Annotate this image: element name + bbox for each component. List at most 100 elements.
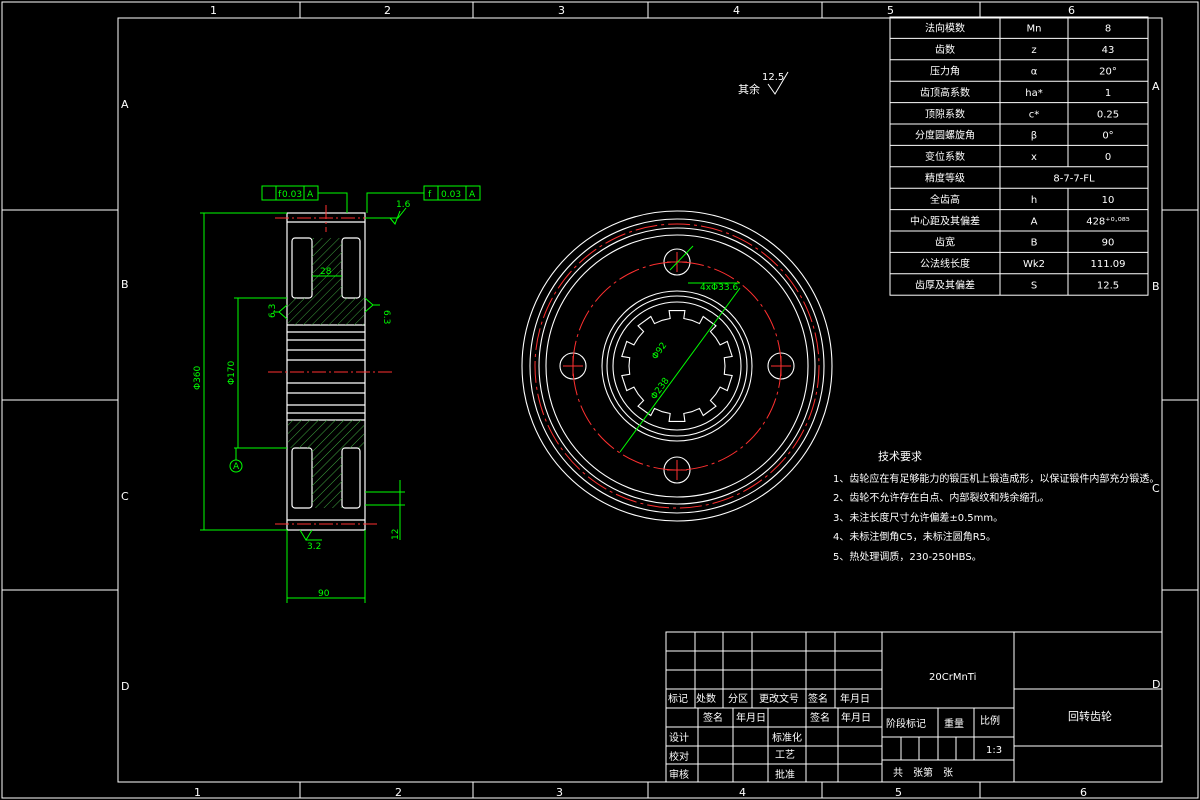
tech-req-item: 5、热处理调质，230-250HBS。 xyxy=(833,550,982,563)
param-symbol: c* xyxy=(1029,109,1040,120)
row2-date-2: 年月日 xyxy=(841,711,871,724)
param-symbol: Mn xyxy=(1027,24,1042,35)
scale-header: 比例 xyxy=(980,714,1000,727)
tech-req-title: 技术要求 xyxy=(878,450,922,463)
param-symbol: h xyxy=(1031,195,1037,206)
dim-inner-28: 28 xyxy=(320,267,332,277)
rough-top-value: 1.6 xyxy=(396,200,411,210)
zone-bottom-2: 2 xyxy=(395,786,402,799)
zone-markers xyxy=(2,2,1198,798)
front-view: 4xΦ33.6 Φ92 Φ238 xyxy=(521,210,833,522)
zone-left-C: C xyxy=(121,490,129,503)
tol-right-symbol: f xyxy=(428,190,432,200)
tech-req-item: 3、未注长度尺寸允许偏差±0.5mm。 xyxy=(833,511,1003,524)
row2-sign-2: 签名 xyxy=(810,711,830,724)
tech-req-item: 4、未标注倒角C5，未标注圆角R5。 xyxy=(833,530,996,543)
param-symbol: Wk2 xyxy=(1023,259,1045,270)
zone-right-A: A xyxy=(1152,80,1160,93)
label-process: 工艺 xyxy=(775,749,795,761)
zone-top-5: 5 xyxy=(887,4,894,17)
part-name: 回转齿轮 xyxy=(1068,709,1112,723)
zone-top-2: 2 xyxy=(384,4,391,17)
param-value: 0.25 xyxy=(1097,109,1119,120)
drawing-frame xyxy=(1,1,1199,799)
param-value: 111.09 xyxy=(1091,259,1126,270)
zone-top-6: 6 xyxy=(1068,4,1075,17)
label-approve: 批准 xyxy=(775,768,795,781)
param-name: 齿数 xyxy=(935,43,955,56)
param-name: 精度等级 xyxy=(925,172,965,185)
side-view: f 0.03 A f 0.03 A 1.6 28 3.2 90 A Φ360 Φ… xyxy=(193,185,481,603)
tol-right-value: 0.03 xyxy=(441,190,461,200)
param-name: 齿厚及其偏差 xyxy=(915,279,975,292)
rev-header-count: 处数 xyxy=(696,692,716,705)
rev-header-zone: 分区 xyxy=(728,693,748,705)
param-symbol: B xyxy=(1031,238,1038,249)
material-label: 20CrMnTi xyxy=(929,672,976,683)
zone-bottom-1: 1 xyxy=(194,786,201,799)
zone-top-3: 3 xyxy=(558,4,565,17)
zone-bottom-6: 6 xyxy=(1080,786,1087,799)
rough-right-value: 6.3 xyxy=(381,310,391,324)
internal-spline xyxy=(621,310,733,422)
zone-top-4: 4 xyxy=(733,4,740,17)
dim-small-12: 12 xyxy=(391,529,401,540)
zone-right-B: B xyxy=(1152,280,1160,293)
dim-hub-diameter: Φ170 xyxy=(227,360,237,385)
section-hatch-lower-hub xyxy=(288,420,364,448)
zone-left-D: D xyxy=(121,680,129,693)
tol-left-value: 0.03 xyxy=(282,190,302,200)
zone-bottom-3: 3 xyxy=(556,786,563,799)
section-hatch-lower-web xyxy=(312,448,342,508)
zone-left-A: A xyxy=(121,98,129,111)
roughness-note-label: 其余 xyxy=(738,82,760,96)
sheets-label: 共 张第 张 xyxy=(893,766,953,779)
param-name: 齿顶高系数 xyxy=(920,86,970,99)
param-value: 8-7-7-FL xyxy=(1053,174,1095,185)
param-symbol: z xyxy=(1031,45,1036,56)
spline-dia-label: Φ92 xyxy=(650,341,669,362)
tech-req-item: 1、齿轮应在有足够能力的锻压机上锻造成形，以保证锻件内部充分锻透。 xyxy=(833,472,1159,485)
rough-bottom-value: 3.2 xyxy=(307,542,321,552)
param-symbol: S xyxy=(1031,281,1037,292)
params-table: 法向模数 Mn 8 齿数 z 43 压力角 α 20° 齿顶高系数 ha* 1 顶隙系数 c* 0.25 分度… xyxy=(889,16,1149,296)
param-symbol: x xyxy=(1031,152,1037,163)
param-value: 8 xyxy=(1105,24,1111,35)
dim-width-90: 90 xyxy=(318,589,330,599)
param-value: 90 xyxy=(1102,238,1115,249)
param-name: 压力角 xyxy=(930,65,960,78)
param-value: 10 xyxy=(1102,195,1115,206)
holes-label: 4xΦ33.6 xyxy=(700,283,738,293)
param-symbol: A xyxy=(1031,216,1038,227)
param-name: 全齿高 xyxy=(930,193,960,206)
zone-bottom-5: 5 xyxy=(895,786,902,799)
rev-header-date: 年月日 xyxy=(840,692,870,705)
section-hatch-upper-hub xyxy=(288,298,364,325)
param-symbol: α xyxy=(1031,67,1038,78)
row2-date-1: 年月日 xyxy=(736,711,766,724)
bore-dia-label: Φ238 xyxy=(649,376,672,402)
tech-req-item: 2、齿轮不允许存在白点、内部裂纹和残余缩孔。 xyxy=(833,491,1049,504)
param-value: 428⁺⁰·⁰⁸⁵ xyxy=(1086,216,1130,227)
scale-value: 1:3 xyxy=(986,745,1002,756)
engineering-drawing: 1 2 3 4 5 6 1 2 3 4 5 6 A B C D A B C D … xyxy=(1,1,1199,799)
param-name: 顶隙系数 xyxy=(925,107,965,120)
rev-header-doc: 更改文号 xyxy=(759,692,799,705)
param-value: 43 xyxy=(1102,45,1115,56)
label-review: 审核 xyxy=(669,768,689,781)
zone-left-B: B xyxy=(121,278,129,291)
param-value: 20° xyxy=(1099,67,1117,78)
param-name: 齿宽 xyxy=(935,236,955,249)
param-value: 1 xyxy=(1105,88,1111,99)
param-name: 公法线长度 xyxy=(920,257,970,270)
param-name: 法向模数 xyxy=(925,22,965,35)
title-block xyxy=(665,631,1163,783)
zone-bottom-4: 4 xyxy=(739,786,746,799)
roughness-note-value: 12.5 xyxy=(762,72,784,83)
param-name: 中心距及其偏差 xyxy=(910,214,980,227)
roughness-note: 其余 12.5 xyxy=(738,71,789,96)
param-symbol: β xyxy=(1031,131,1037,142)
label-standardization: 标准化 xyxy=(772,731,802,744)
weight-header: 重量 xyxy=(944,717,964,730)
dim-outer-diameter: Φ360 xyxy=(193,365,203,390)
